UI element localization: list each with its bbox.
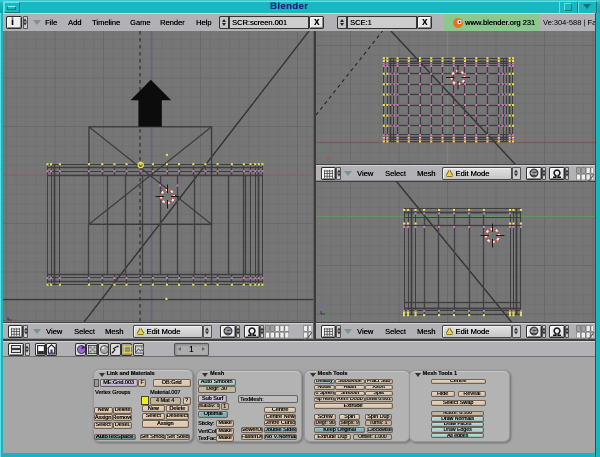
svg-text:x: x (326, 155, 330, 162)
svg-text:z: z (320, 303, 324, 310)
svg-text:y: y (320, 146, 324, 153)
svg-text:z: z (7, 309, 11, 316)
svg-text:y: y (326, 312, 330, 319)
